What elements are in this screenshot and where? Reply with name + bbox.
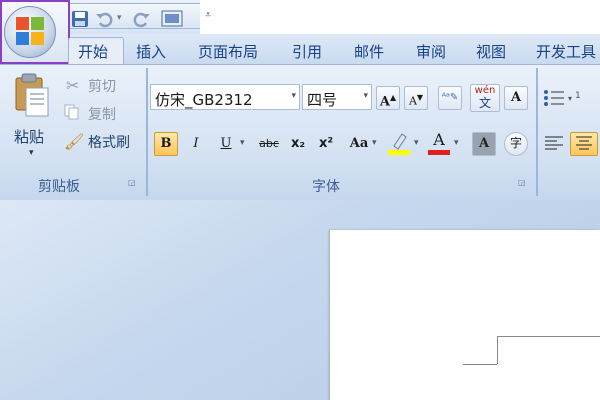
grow-font-button[interactable]: A▲ [376,86,400,110]
align-left-icon[interactable] [542,132,566,154]
font-group-label: 字体 [312,179,340,195]
save-icon[interactable] [71,10,89,28]
office-logo-icon [15,16,45,46]
paste-dropdown-icon[interactable]: ▾ [29,148,34,158]
customize-qat-icon[interactable]: ▾ [117,13,122,31]
font-name-value: 仿宋_GB2312 [155,91,253,109]
shrink-font-button[interactable]: A▼ [404,86,428,110]
copy-icon[interactable] [64,104,80,120]
enclose-characters-button[interactable]: 字 [504,132,528,156]
phonetic-guide-button[interactable]: wén 文 [470,84,500,112]
svg-text:1: 1 [575,91,581,101]
format-painter-icon[interactable]: 🖌 [64,132,84,151]
underline-dropdown-icon[interactable]: ▾ [240,138,245,148]
paste-button[interactable]: 粘贴 [14,126,44,147]
copy-button[interactable]: 复制 [88,104,116,124]
clipboard-dialog-launcher-icon[interactable]: ◲ [128,178,136,187]
clear-formatting-button[interactable]: ᴬᵃ✎ [438,86,462,110]
tab-review[interactable]: 审阅 [416,41,446,62]
character-border-button[interactable]: A [504,86,528,110]
title-bar [200,0,600,34]
font-color-button[interactable]: A [426,130,452,156]
document-page[interactable] [330,230,600,400]
subscript-button[interactable]: x₂ [286,132,310,156]
font-dialog-launcher-icon[interactable]: ◲ [518,178,526,187]
font-color-dropdown-icon[interactable]: ▾ [454,138,459,148]
paste-icon[interactable] [12,72,52,118]
font-size-value: 四号 [307,91,338,109]
align-center-icon[interactable] [570,132,598,156]
change-case-button[interactable]: Aa [344,132,374,156]
redo-icon[interactable] [133,10,151,28]
font-size-combo[interactable]: 四号 ▾ [302,84,372,110]
margin-marker [463,364,497,365]
group-separator [146,68,148,196]
bullets-icon[interactable]: ▾ 1 [542,88,582,108]
tab-insert[interactable]: 插入 [136,41,166,62]
undo-icon[interactable] [95,10,113,28]
tab-view[interactable]: 视图 [476,41,506,62]
clipboard-group-label: 剪贴板 [38,179,80,195]
print-preview-icon[interactable] [161,10,183,28]
strikethrough-button[interactable]: abc [254,132,284,156]
chevron-down-icon[interactable]: ▾ [291,91,296,101]
italic-button[interactable]: I [184,132,208,156]
margin-marker [497,336,600,337]
font-name-combo[interactable]: 仿宋_GB2312 ▾ [150,84,300,110]
svg-text:▾: ▾ [568,94,572,103]
cut-button[interactable]: 剪切 [88,76,116,96]
customize-qat-dropdown-icon[interactable]: ⩡ [205,8,211,22]
group-separator [536,68,538,196]
tab-references[interactable]: 引用 [292,41,322,62]
highlight-pen-icon[interactable] [386,130,410,156]
chevron-down-icon[interactable]: ▾ [363,91,368,101]
quick-access-box: ▾ [66,3,206,29]
superscript-button[interactable]: x² [314,132,338,156]
bold-button[interactable]: B [154,132,178,156]
tab-page-layout[interactable]: 页面布局 [198,41,258,62]
tab-mailings[interactable]: 邮件 [354,41,384,62]
highlight-dropdown-icon[interactable]: ▾ [414,138,419,148]
underline-button[interactable]: U [214,132,238,156]
cut-icon[interactable]: ✂ [66,76,79,95]
font-color-swatch [428,150,450,155]
tab-developer[interactable]: 开发工具 [536,41,596,62]
change-case-dropdown-icon[interactable]: ▾ [372,138,377,148]
character-shading-button[interactable]: A [472,132,496,156]
tab-home[interactable]: 开始 [78,41,108,62]
format-painter-button[interactable]: 格式刷 [88,132,130,152]
margin-marker [497,336,498,364]
